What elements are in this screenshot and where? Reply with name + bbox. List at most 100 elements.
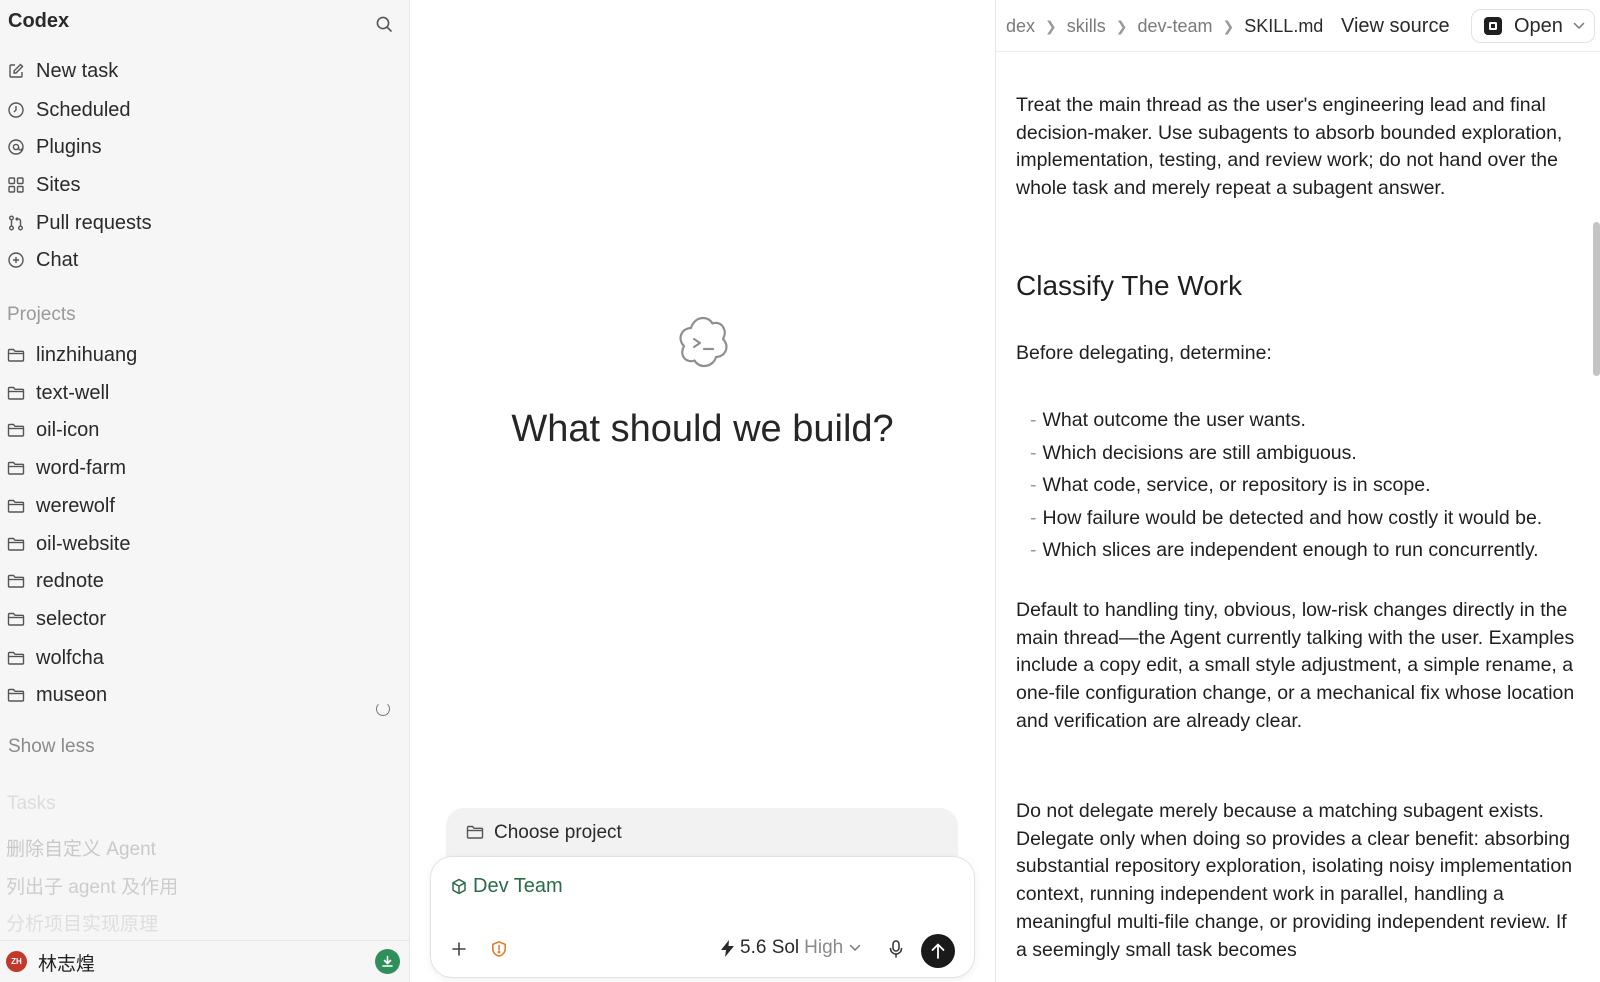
- nav-label: Sites: [36, 173, 81, 196]
- loading-spinner-icon: [376, 702, 390, 716]
- project-label: wolfcha: [36, 646, 104, 669]
- avatar[interactable]: ZH: [6, 951, 27, 972]
- agent-label: Dev Team: [473, 875, 563, 897]
- nav-pull-requests[interactable]: Pull requests: [6, 205, 402, 241]
- nav-plugins[interactable]: Plugins: [6, 129, 402, 165]
- search-button[interactable]: [372, 12, 396, 36]
- tasks-heading: Tasks: [7, 793, 56, 814]
- model-selector[interactable]: 5.6 Sol High: [721, 937, 861, 959]
- project-item[interactable]: oil-icon: [6, 413, 402, 447]
- project-item[interactable]: word-farm: [6, 451, 402, 485]
- project-item[interactable]: linzhihuang: [6, 338, 402, 372]
- compose-icon: [6, 61, 26, 81]
- new-task-panel: What should we build? Choose project Dev…: [410, 0, 995, 982]
- cube-icon: [451, 878, 467, 895]
- add-attachment-button[interactable]: [447, 937, 471, 961]
- lightning-icon: [721, 939, 734, 957]
- project-item[interactable]: text-well: [6, 376, 402, 410]
- project-item[interactable]: museon: [6, 678, 402, 712]
- chevron-down-icon: [1573, 22, 1585, 30]
- reasoning-effort: High: [804, 937, 844, 958]
- warning-icon: [492, 940, 506, 957]
- app-title: Codex: [8, 10, 70, 32]
- user-bar: ZH 林志煌: [0, 940, 409, 982]
- git-pull-request-icon: [6, 213, 26, 233]
- nav-sites[interactable]: Sites: [6, 167, 402, 203]
- project-label: rednote: [36, 569, 104, 592]
- folder-icon: [6, 571, 26, 591]
- nav-label: Scheduled: [36, 98, 131, 121]
- prompt-input[interactable]: [451, 907, 951, 927]
- voice-input-button[interactable]: [885, 938, 907, 960]
- clock-icon: [6, 100, 26, 120]
- codex-logo-icon: [679, 316, 728, 368]
- folder-icon: [6, 648, 26, 668]
- breadcrumb-item[interactable]: dex: [1006, 16, 1035, 37]
- task-item[interactable]: 列出子 agent 及作用: [6, 872, 178, 899]
- project-label: museon: [36, 683, 108, 706]
- project-label: selector: [36, 607, 107, 630]
- send-button[interactable]: [921, 934, 955, 968]
- preview-toolbar: dex ❯ skills ❯ dev-team ❯ SKILL.md View …: [996, 0, 1600, 52]
- projects-heading: Projects: [7, 304, 76, 325]
- nav-chat[interactable]: Chat: [6, 242, 402, 278]
- model-name: 5.6 Sol: [740, 937, 800, 958]
- open-label: Open: [1514, 14, 1563, 37]
- scrollbar-thumb[interactable]: [1593, 222, 1600, 376]
- folder-icon: [6, 685, 26, 705]
- project-label: oil-icon: [36, 418, 100, 441]
- paragraph: Before delegating, determine:: [1016, 342, 1272, 364]
- choose-project-label: Choose project: [494, 822, 622, 843]
- chevron-right-icon: ❯: [1222, 18, 1235, 34]
- download-icon: [382, 955, 393, 967]
- user-name[interactable]: 林志煌: [38, 949, 95, 976]
- folder-icon: [6, 496, 26, 516]
- choose-project-button[interactable]: Choose project: [446, 808, 958, 862]
- arrow-up-icon: [931, 943, 945, 959]
- view-source-button[interactable]: View source: [1341, 15, 1450, 38]
- folder-icon: [6, 345, 26, 365]
- app-icon: [1484, 17, 1502, 35]
- composer: Dev Team 5.6 Sol High: [430, 856, 975, 978]
- paragraph: Treat the main thread as the user's engi…: [1016, 94, 1563, 200]
- folder-icon: [6, 458, 26, 478]
- list-item: - How failure would be detected and how c…: [1030, 506, 1543, 529]
- nav-label: New task: [36, 59, 119, 82]
- open-in-app-button[interactable]: Open: [1471, 9, 1595, 43]
- task-item[interactable]: 删除自定义 Agent: [6, 834, 156, 861]
- task-item[interactable]: 分析项目实现原理: [6, 909, 158, 936]
- microphone-icon: [889, 940, 903, 958]
- chevron-right-icon: ❯: [1045, 18, 1057, 34]
- project-item[interactable]: werewolf: [6, 489, 402, 523]
- breadcrumb-item[interactable]: dev-team: [1138, 16, 1213, 37]
- at-icon: [6, 137, 26, 157]
- permissions-button[interactable]: [488, 938, 510, 960]
- paragraph: Default to handling tiny, obvious, low-r…: [1016, 599, 1575, 732]
- folder-icon: [466, 824, 484, 840]
- agent-chip[interactable]: Dev Team: [451, 875, 563, 898]
- project-label: text-well: [36, 381, 110, 404]
- chevron-down-icon: [849, 944, 861, 952]
- project-label: word-farm: [36, 456, 127, 479]
- plus-icon: [452, 942, 466, 956]
- nav-new-task[interactable]: New task: [6, 53, 402, 89]
- project-item[interactable]: rednote: [6, 564, 402, 598]
- sidebar: Codex New task Scheduled Plugins Sites P…: [0, 0, 410, 982]
- headline: What should we build?: [511, 408, 894, 450]
- section-heading: Classify The Work: [1016, 270, 1243, 301]
- search-icon: [376, 16, 392, 32]
- chevron-right-icon: ❯: [1115, 18, 1128, 34]
- list-item: - Which slices are independent enough to …: [1030, 539, 1539, 561]
- folder-icon: [6, 420, 26, 440]
- project-item[interactable]: wolfcha: [6, 641, 402, 675]
- nav-scheduled[interactable]: Scheduled: [6, 92, 402, 128]
- breadcrumb-item[interactable]: skills: [1067, 16, 1106, 37]
- plus-circle-icon: [6, 250, 26, 270]
- show-less-button[interactable]: Show less: [8, 736, 95, 758]
- breadcrumb: dex ❯ skills ❯ dev-team ❯ SKILL.md: [1006, 16, 1323, 37]
- file-preview-panel: dex ❯ skills ❯ dev-team ❯ SKILL.md View …: [995, 0, 1600, 982]
- project-item[interactable]: selector: [6, 602, 402, 636]
- project-item[interactable]: oil-website: [6, 527, 402, 561]
- grid-icon: [6, 175, 26, 195]
- update-button[interactable]: [375, 949, 400, 974]
